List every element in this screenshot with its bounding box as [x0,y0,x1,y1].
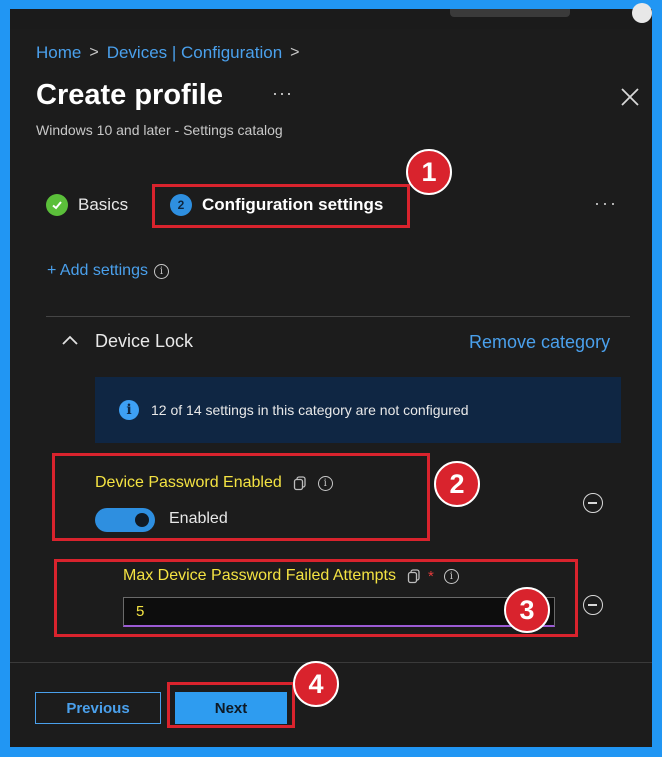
chevron-up-icon[interactable] [62,334,78,346]
annotation-badge: 1 [406,149,452,195]
info-banner-text: 12 of 14 settings in this category are n… [151,402,469,418]
info-icon[interactable]: i [153,263,169,279]
annotation-highlight-box [54,559,578,637]
annotation-highlight-box [52,453,430,541]
remove-category-link[interactable]: Remove category [469,332,610,353]
remove-setting-icon[interactable] [583,595,603,615]
breadcrumb-home[interactable]: Home [36,43,81,63]
avatar[interactable] [632,3,652,23]
annotation-badge: 2 [434,461,480,507]
checkmark-icon [46,194,68,216]
page-title: Create profile [36,79,223,111]
divider [46,316,630,317]
portal-top-bar [10,3,652,29]
page-subtitle: Windows 10 and later - Settings catalog [36,122,283,138]
annotation-badge: 4 [293,661,339,707]
footer-divider [10,662,652,663]
global-search-box[interactable] [450,9,570,17]
add-settings-label[interactable]: + Add settings [47,262,148,280]
category-info-banner: i 12 of 14 settings in this category are… [95,377,621,443]
chevron-right-icon: > [89,44,99,61]
remove-setting-icon[interactable] [583,493,603,513]
annotation-highlight-box [167,682,295,728]
more-options-icon[interactable]: ··· [594,193,618,214]
info-icon: i [119,400,139,420]
breadcrumb: Home > Devices | Configuration > [36,43,300,63]
previous-button[interactable]: Previous [35,692,161,724]
close-icon[interactable] [620,87,640,107]
chevron-right-icon: > [290,44,300,61]
breadcrumb-devices-configuration[interactable]: Devices | Configuration [107,43,282,63]
wizard-step-basics[interactable]: Basics [46,194,128,216]
annotation-badge: 3 [504,587,550,633]
more-options-icon[interactable]: ··· [272,83,293,104]
add-settings-link[interactable]: + Add settings i [47,262,169,280]
category-title[interactable]: Device Lock [95,331,193,352]
create-profile-panel: Home > Devices | Configuration > Create … [10,29,652,747]
annotation-highlight-box [152,184,410,228]
wizard-step-label: Basics [78,195,129,214]
